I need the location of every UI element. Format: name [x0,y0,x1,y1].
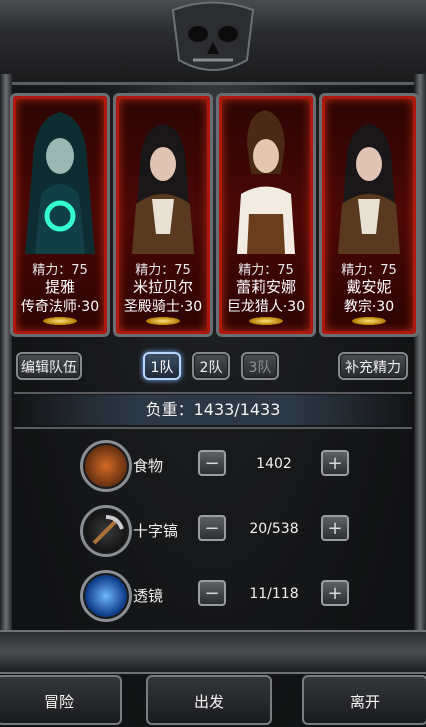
pickaxe-minus-button[interactable]: − [198,515,226,541]
character-name: 米拉贝尔 [132,278,193,296]
pickaxe-plus-button[interactable]: + [321,515,349,541]
character-name: 蕾莉安娜 [235,278,296,296]
party-card-3[interactable]: 精力：75 蕾莉安娜 巨龙猎人·30 [216,93,316,337]
character-portrait [25,112,95,254]
character-name: 提雅 [44,278,75,296]
character-class: 圣殿骑士·30 [123,299,203,315]
character-class: 巨龙猎人·30 [226,299,306,315]
lens-plus-button[interactable]: + [321,580,349,606]
character-class: 教宗·30 [343,299,395,315]
item-label: 食物 [133,457,164,475]
lens-minus-button[interactable]: − [198,580,226,606]
character-class: 传奇法师·30 [20,299,100,315]
leave-button[interactable]: 离开 [302,675,426,725]
weight-display: 负重：1433/1433 [14,395,412,425]
lens-icon [80,570,132,622]
refill-stamina-button[interactable]: 补充精力 [338,352,408,380]
pickaxe-icon [80,505,132,557]
food-quantity: 1402 [256,456,292,472]
character-portrait [132,124,194,254]
depart-button[interactable]: 出发 [146,675,272,725]
divider [14,427,412,429]
rank-gem-icon [352,317,386,325]
party-card-1[interactable]: 精力：75 提雅 传奇法师·30 [10,93,110,337]
team-1-button[interactable]: 1队 [143,352,181,380]
rank-gem-icon [43,317,77,325]
top-ornament [0,0,426,85]
item-label: 透镜 [133,587,164,605]
character-name: 戴安妮 [346,278,392,296]
lens-quantity: 11/118 [249,586,299,602]
adventure-button[interactable]: 冒险 [0,675,122,725]
edit-team-button[interactable]: 编辑队伍 [16,352,82,380]
food-icon [80,440,132,492]
rank-gem-icon [249,317,283,325]
rank-gem-icon [146,317,180,325]
character-portrait [237,110,295,254]
team-2-button[interactable]: 2队 [192,352,230,380]
character-portrait [338,124,400,254]
bottom-ornament [0,630,426,674]
party-card-2[interactable]: 精力：75 米拉贝尔 圣殿骑士·30 [113,93,213,337]
pickaxe-quantity: 20/538 [249,521,299,537]
food-minus-button[interactable]: − [198,450,226,476]
team-3-button[interactable]: 3队 [241,352,279,380]
skull-emblem-icon [171,1,255,71]
party-card-4[interactable]: 精力：75 戴安妮 教宗·30 [319,93,419,337]
party-cards: 精力：75 提雅 传奇法师·30 精力：75 米拉贝尔 圣殿骑士·30 精力：7… [10,93,419,337]
divider [14,392,412,394]
pickaxe-glyph [92,515,124,545]
item-label: 十字镐 [133,522,179,540]
food-plus-button[interactable]: + [321,450,349,476]
